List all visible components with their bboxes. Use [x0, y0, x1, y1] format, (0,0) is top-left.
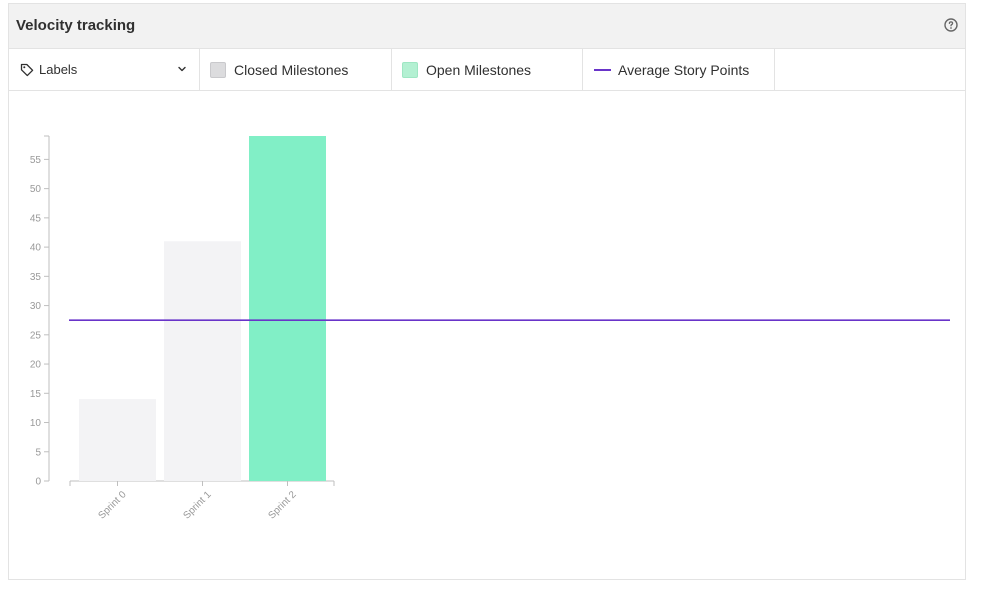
legend-label-open: Open Milestones — [426, 61, 532, 78]
velocity-chart: 0 5 10 15 20 25 30 35 40 45 50 55 Sprint 0 Sprint 1 Sp… — [30, 135, 950, 521]
y-tick-label: 5 — [35, 447, 41, 458]
y-tick-label: 20 — [30, 360, 42, 371]
panel-header: Velocity tracking — [9, 4, 965, 49]
bar-closed-milestones-sprint-0 — [79, 399, 156, 481]
panel-title: Velocity tracking — [16, 17, 136, 34]
bar-closed-milestones-sprint-1 — [164, 241, 241, 481]
legend-open-milestones[interactable]: Open Milestones — [392, 49, 583, 90]
y-tick-label: 0 — [35, 477, 41, 488]
legend-label-average: Average Story Points — [618, 61, 750, 78]
legend-closed-milestones[interactable]: Closed Milestones — [200, 49, 392, 90]
y-tick-label: 55 — [30, 155, 42, 166]
tag-icon — [20, 63, 34, 76]
y-tick-label: 45 — [30, 213, 42, 224]
y-tick-label: 25 — [30, 330, 42, 341]
y-tick-label: 15 — [30, 389, 42, 400]
legend-line-average — [594, 68, 611, 71]
x-tick-label: Sprint 1 — [181, 489, 213, 521]
bar-open-milestones-sprint-2 — [249, 136, 326, 481]
legend-swatch-open — [402, 61, 418, 78]
y-tick-label: 35 — [30, 272, 42, 283]
y-tick-label: 10 — [30, 418, 42, 429]
question-circle-icon[interactable] — [944, 18, 958, 32]
labels-dropdown-label: Labels — [39, 62, 78, 77]
velocity-tracking-panel: Velocity tracking Labels Closed Mileston… — [8, 3, 966, 580]
labels-dropdown[interactable]: Labels — [9, 49, 200, 90]
legend-swatch-closed — [210, 61, 226, 78]
x-tick-label: Sprint 0 — [96, 489, 128, 521]
y-tick-label: 50 — [30, 184, 42, 195]
chart-toolbar: Labels Closed Milestones Open Milestones… — [9, 49, 965, 91]
chevron-down-icon — [178, 66, 186, 72]
legend-label-closed: Closed Milestones — [234, 61, 349, 78]
y-tick-label: 30 — [30, 301, 42, 312]
x-tick-label: Sprint 2 — [266, 489, 298, 521]
legend-average-story-points[interactable]: Average Story Points — [583, 49, 775, 90]
y-tick-label: 40 — [30, 243, 42, 254]
